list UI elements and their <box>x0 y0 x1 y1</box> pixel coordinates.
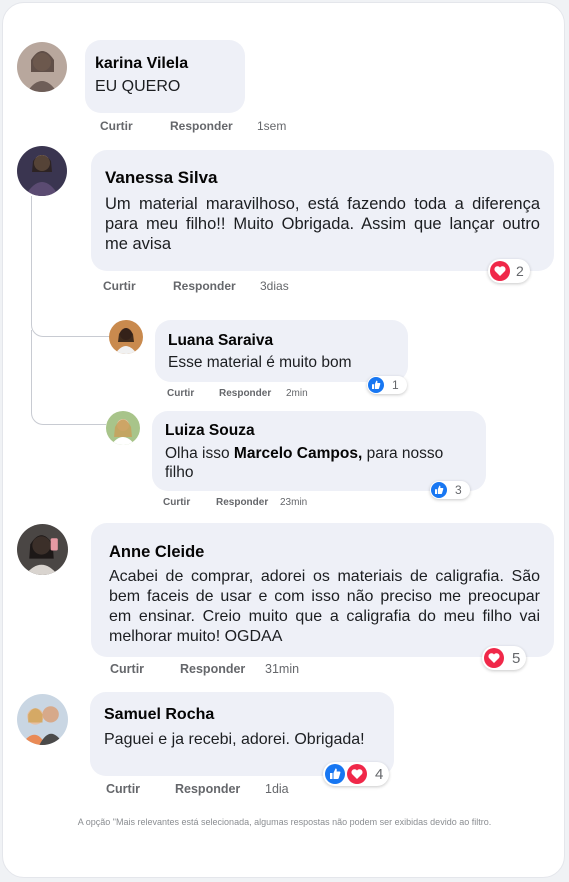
reply-bubble: Luana Saraiva Esse material é muito bom <box>155 320 408 382</box>
reaction-count: 1 <box>392 378 399 392</box>
reply-button[interactable]: Responder <box>170 119 233 133</box>
heart-icon <box>347 764 367 784</box>
reply-button[interactable]: Responder <box>173 279 236 293</box>
heart-icon <box>484 648 504 668</box>
avatar[interactable] <box>17 42 67 92</box>
comment-author[interactable]: Anne Cleide <box>109 543 540 562</box>
comment-bubble: Anne Cleide Acabei de comprar, adorei os… <box>91 523 554 657</box>
comment-time: 23min <box>280 497 308 508</box>
like-button[interactable]: Curtir <box>106 782 140 796</box>
reply-button[interactable]: Responder <box>180 662 245 676</box>
comment-author[interactable]: Luana Saraiva <box>168 332 395 350</box>
reply-button[interactable]: Responder <box>219 388 271 399</box>
reply-button[interactable]: Responder <box>216 497 268 508</box>
like-button[interactable]: Curtir <box>110 662 144 676</box>
reply-bubble: Luiza Souza Olha isso Marcelo Campos, pa… <box>152 411 486 491</box>
comment-text: Olha isso Marcelo Campos, para nosso fil… <box>165 444 473 482</box>
comment-bubble: Vanessa Silva Um material maravilhoso, e… <box>91 150 554 271</box>
thread-line-2 <box>31 330 106 425</box>
comment-bubble: karina Vilela EU QUERO <box>85 40 245 113</box>
reaction-count: 4 <box>375 765 384 783</box>
avatar[interactable] <box>106 411 140 445</box>
avatar[interactable] <box>17 146 67 196</box>
comment-text: EU QUERO <box>95 78 181 95</box>
like-button[interactable]: Curtir <box>163 497 190 508</box>
avatar[interactable] <box>17 524 68 575</box>
reaction-summary[interactable]: 3 <box>430 481 470 499</box>
like-button[interactable]: Curtir <box>100 119 133 133</box>
comment-time: 31min <box>265 662 300 676</box>
comment-text-part: Olha isso <box>165 445 234 462</box>
reaction-summary[interactable]: 4 <box>323 762 390 786</box>
comment-text: Paguei e ja recebi, adorei. Obrigada! <box>104 731 365 748</box>
comment-author[interactable]: Vanessa Silva <box>105 168 540 188</box>
comment-text: Esse material é muito bom <box>168 354 352 371</box>
avatar[interactable] <box>109 320 143 354</box>
like-button[interactable]: Curtir <box>167 388 194 399</box>
like-button[interactable]: Curtir <box>103 279 136 293</box>
like-icon <box>368 377 384 393</box>
comment-time: 2min <box>286 388 308 399</box>
reaction-summary[interactable]: 2 <box>488 259 530 283</box>
comment-author[interactable]: karina Vilela <box>95 55 235 73</box>
like-icon <box>325 764 345 784</box>
avatar[interactable] <box>17 694 68 745</box>
heart-icon <box>490 261 510 281</box>
filter-notice: A opção "Mais relevantes está selecionad… <box>77 817 492 827</box>
reaction-summary[interactable]: 1 <box>367 376 407 394</box>
comment-author[interactable]: Luiza Souza <box>165 422 473 440</box>
like-icon <box>431 482 447 498</box>
comment-time: 1sem <box>257 119 287 133</box>
mention-link[interactable]: Marcelo Campos, <box>234 445 362 462</box>
reaction-summary[interactable]: 5 <box>482 646 527 670</box>
reaction-count: 5 <box>512 649 521 667</box>
comment-time: 1dia <box>265 782 289 796</box>
reaction-count: 2 <box>516 263 524 279</box>
comment-text: Acabei de comprar, adorei os materiais d… <box>109 568 540 645</box>
reply-button[interactable]: Responder <box>175 782 240 796</box>
reaction-count: 3 <box>455 483 462 497</box>
comment-text: Um material maravilhoso, está fazendo to… <box>105 195 540 253</box>
comment-time: 3dias <box>260 279 289 293</box>
comment-author[interactable]: Samuel Rocha <box>104 706 380 724</box>
